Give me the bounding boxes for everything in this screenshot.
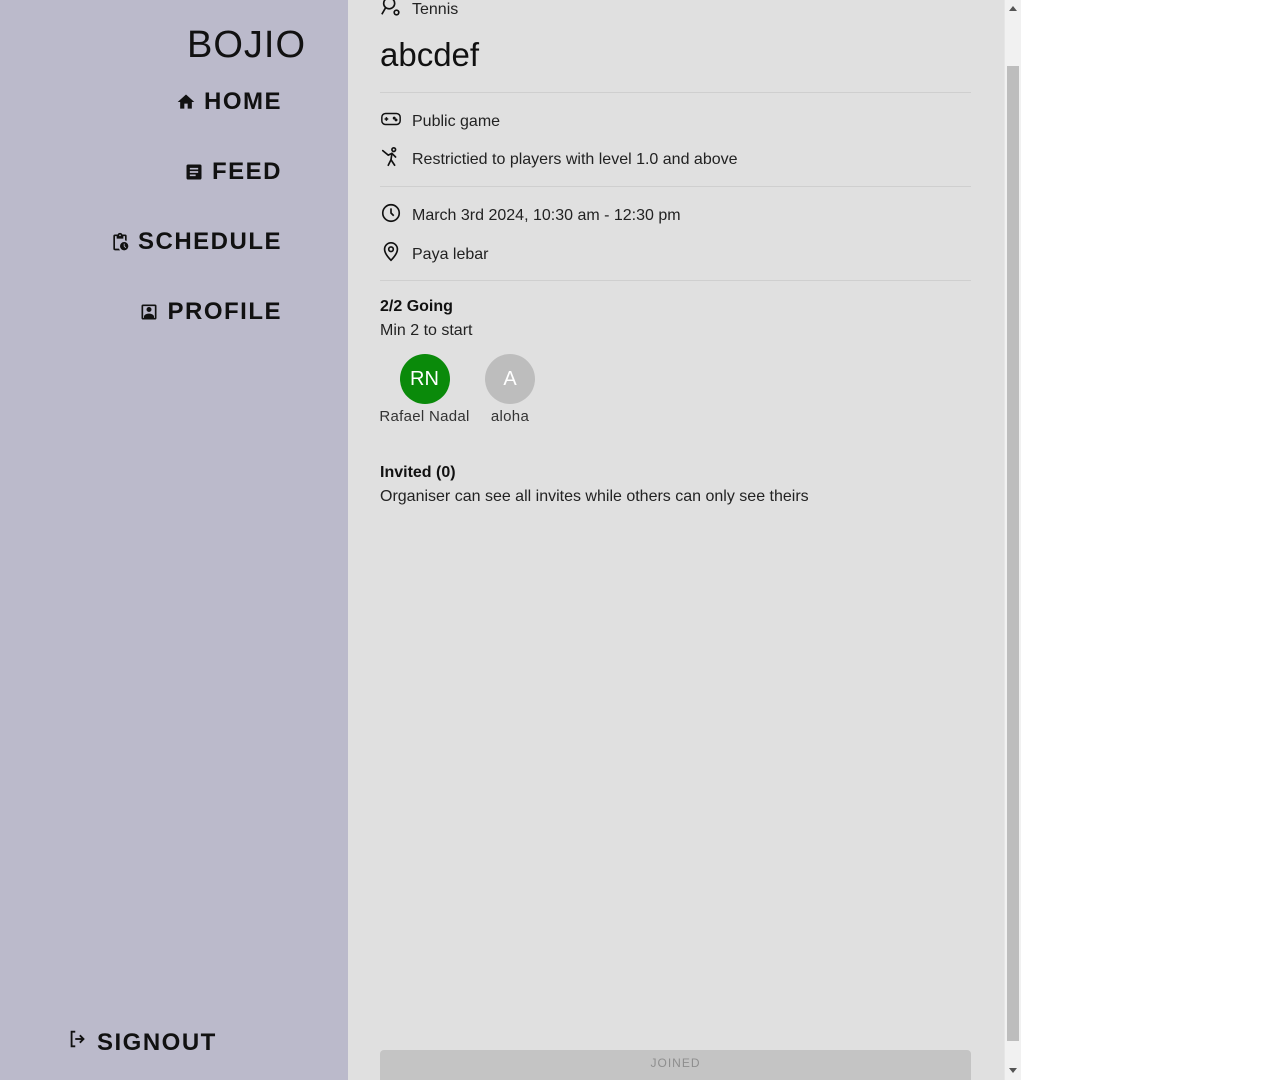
game-title: abcdef (380, 36, 480, 73)
visibility-row: Public game (380, 108, 500, 135)
participants-list: RN Rafael Nadal A aloha (379, 354, 535, 425)
sidebar: BOJIO HOME FEED SCHEDULE PROFILE SIGNOUT (0, 0, 348, 1080)
nav-profile-label: PROFILE (167, 298, 282, 325)
nav-schedule[interactable]: SCHEDULE (110, 228, 282, 256)
divider (380, 280, 971, 281)
location-pin-icon (380, 241, 402, 268)
participant[interactable]: A aloha (485, 354, 535, 425)
game-detail-panel: Tennis abcdef Public game Restrictied to… (348, 0, 1004, 1080)
gamepad-icon (380, 108, 402, 135)
going-subtitle: Min 2 to start (380, 322, 473, 339)
visibility-label: Public game (412, 112, 501, 130)
article-icon (184, 162, 204, 182)
home-icon (176, 92, 196, 112)
clock-icon (380, 202, 402, 229)
nav-home-label: HOME (204, 88, 282, 115)
restriction-row: Restrictied to players with level 1.0 an… (380, 146, 738, 173)
logout-icon (67, 1028, 89, 1057)
scroll-down-arrow-icon[interactable] (1009, 1068, 1017, 1073)
signout-button[interactable]: SIGNOUT (67, 1028, 217, 1057)
participant-name: Rafael Nadal (379, 408, 470, 425)
nav-home[interactable]: HOME (176, 88, 282, 116)
nav-feed[interactable]: FEED (184, 158, 282, 186)
location-label: Paya lebar (412, 245, 489, 263)
brand-logo[interactable]: BOJIO (187, 24, 306, 67)
sport-label: Tennis (412, 0, 459, 18)
racket-icon (380, 0, 402, 23)
pending-actions-icon (110, 232, 130, 252)
going-title: 2/2 Going (380, 298, 453, 315)
divider (380, 186, 971, 187)
joined-button[interactable]: JOINED (380, 1050, 971, 1080)
datetime-label: March 3rd 2024, 10:30 am - 12:30 pm (412, 206, 681, 224)
scrollbar-thumb[interactable] (1007, 66, 1019, 1041)
signout-label: SIGNOUT (97, 1028, 217, 1056)
sport-row: Tennis (380, 0, 458, 23)
nav-profile[interactable]: PROFILE (139, 298, 282, 326)
avatar: A (485, 354, 535, 404)
nav-schedule-label: SCHEDULE (137, 228, 282, 255)
location-row: Paya lebar (380, 241, 489, 268)
participant[interactable]: RN Rafael Nadal (379, 354, 470, 425)
scroll-up-arrow-icon[interactable] (1009, 6, 1017, 11)
datetime-row: March 3rd 2024, 10:30 am - 12:30 pm (380, 202, 681, 229)
divider (380, 92, 971, 93)
participant-name: aloha (490, 408, 530, 425)
invited-subtitle: Organiser can see all invites while othe… (380, 488, 809, 505)
avatar: RN (399, 354, 450, 404)
restriction-label: Restrictied to players with level 1.0 an… (412, 150, 738, 168)
invited-title: Invited (0) (380, 464, 456, 481)
account-box-icon (139, 302, 159, 322)
scrollbar[interactable] (1004, 0, 1021, 1080)
martial-arts-icon (380, 146, 402, 173)
nav-feed-label: FEED (211, 158, 282, 185)
